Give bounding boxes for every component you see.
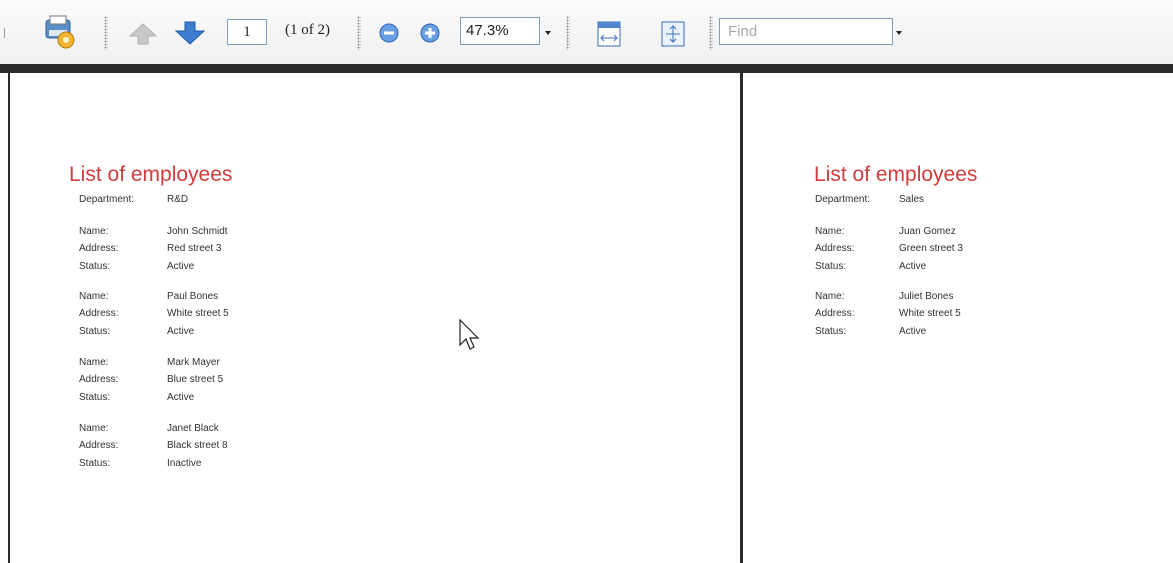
address-label: Address: xyxy=(79,243,119,254)
department-value: R&D xyxy=(167,194,189,205)
employee-address: Green street 3 xyxy=(899,243,963,254)
toolbar-grip xyxy=(709,16,713,50)
find-input[interactable]: Find xyxy=(719,18,893,45)
employee-address: White street 5 xyxy=(899,308,961,319)
name-label: Name: xyxy=(79,357,109,368)
department-label: Department: xyxy=(815,194,871,205)
report-title: List of employees xyxy=(814,163,978,186)
employee-status: Inactive xyxy=(167,458,202,469)
report-page-1: List of employees Department: R&D Name: … xyxy=(8,73,742,563)
toolbar-grip xyxy=(104,16,108,50)
toolbar-grip xyxy=(357,16,361,50)
report-toolbar: 1 (1 of 2) 47.3% Find xyxy=(0,0,1173,64)
employee-address: Blue street 5 xyxy=(167,374,224,385)
employee-address: Red street 3 xyxy=(167,243,222,254)
employee-name: John Schmidt xyxy=(167,226,228,237)
status-label: Status: xyxy=(79,326,111,337)
employee-name: Juan Gomez xyxy=(899,226,956,237)
status-label: Status: xyxy=(79,458,111,469)
address-label: Address: xyxy=(79,308,119,319)
page-number-input[interactable]: 1 xyxy=(227,19,267,45)
employee-status: Active xyxy=(167,261,195,272)
employee-status: Active xyxy=(899,326,927,337)
previous-page-icon[interactable] xyxy=(128,22,158,46)
name-label: Name: xyxy=(815,291,845,302)
zoom-out-icon[interactable] xyxy=(378,22,400,44)
name-label: Name: xyxy=(79,226,109,237)
name-label: Name: xyxy=(79,423,109,434)
address-label: Address: xyxy=(79,440,119,451)
department-label: Department: xyxy=(79,194,135,205)
zoom-in-icon[interactable] xyxy=(419,22,441,44)
report-page-2: List of employees Department: Sales Name… xyxy=(743,73,1173,563)
employee-status: Active xyxy=(899,261,927,272)
toolbar-grip xyxy=(566,16,570,50)
employee-status: Active xyxy=(167,326,195,337)
report-title: List of employees xyxy=(69,163,233,186)
name-label: Name: xyxy=(79,291,109,302)
print-setup-icon[interactable] xyxy=(42,14,78,50)
address-label: Address: xyxy=(79,374,119,385)
employee-name: Paul Bones xyxy=(167,291,219,302)
status-label: Status: xyxy=(79,261,111,272)
status-label: Status: xyxy=(815,326,847,337)
name-label: Name: xyxy=(815,226,845,237)
address-label: Address: xyxy=(815,243,855,254)
mouse-cursor-icon xyxy=(459,319,480,350)
find-dropdown-icon[interactable] xyxy=(896,31,902,35)
status-label: Status: xyxy=(815,261,847,272)
employee-status: Active xyxy=(167,392,195,403)
whole-page-icon[interactable] xyxy=(660,20,686,48)
employee-name: Juliet Bones xyxy=(899,291,954,302)
viewer-top-border xyxy=(0,64,1173,73)
department-value: Sales xyxy=(899,194,925,205)
page-count-label: (1 of 2) xyxy=(285,22,330,38)
zoom-level-select[interactable]: 47.3% xyxy=(460,17,540,45)
employee-name: Mark Mayer xyxy=(167,357,220,368)
address-label: Address: xyxy=(815,308,855,319)
next-page-icon[interactable] xyxy=(174,20,206,46)
page-width-icon[interactable] xyxy=(596,20,622,48)
zoom-dropdown-icon[interactable] xyxy=(545,31,551,35)
employee-address: Black street 8 xyxy=(167,440,228,451)
status-label: Status: xyxy=(79,392,111,403)
toolbar-edge xyxy=(4,28,9,38)
employee-name: Janet Black xyxy=(167,423,219,434)
employee-address: White street 5 xyxy=(167,308,229,319)
